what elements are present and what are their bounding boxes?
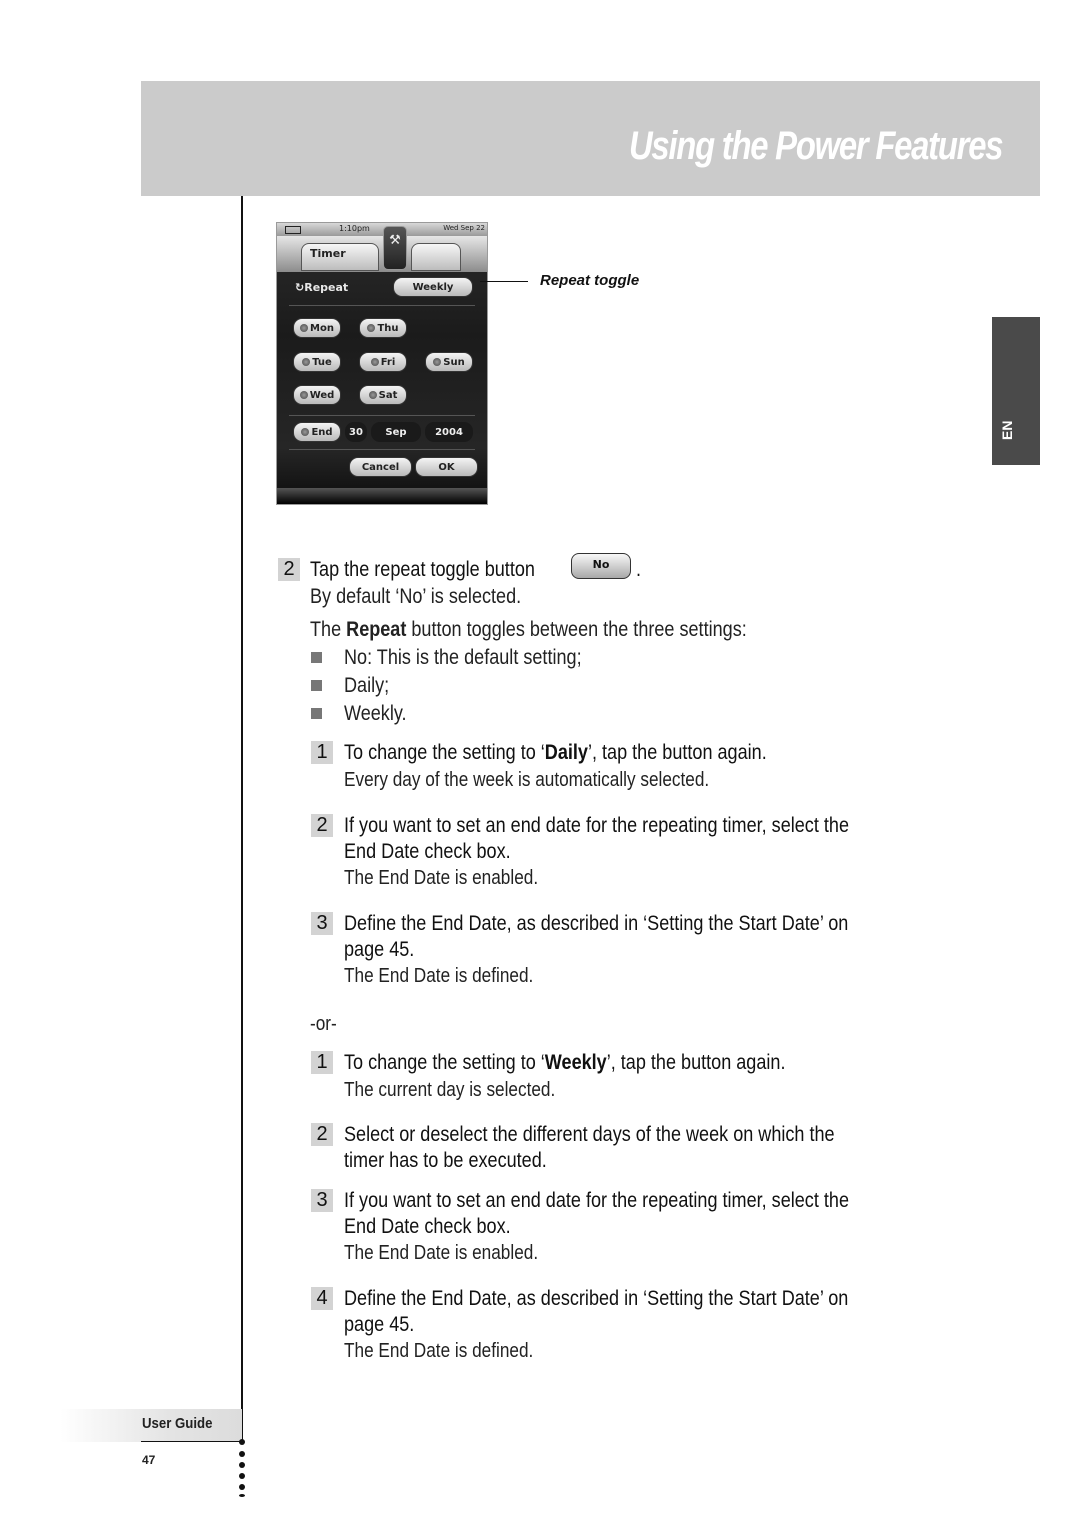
step-instruction: To change the setting to ‘Weekly’, tap t… — [344, 1051, 786, 1074]
or-separator: -or- — [310, 1013, 337, 1035]
device-screenshot: 1:10pm Wed Sep 22 Timer ⚒ ↻Repeat Weekly… — [276, 222, 488, 505]
step-result: The current day is selected. — [344, 1079, 556, 1101]
device-end-checkbox: End — [293, 422, 341, 442]
step-instruction: Define the End Date, as described in ‘Se… — [344, 912, 849, 935]
footer-label: User Guide — [142, 1415, 213, 1432]
radio-icon — [367, 324, 376, 332]
step-result: Every day of the week is automatically s… — [344, 769, 710, 791]
device-bottom-bar — [277, 488, 487, 504]
device-tab-timer: Timer — [301, 243, 379, 271]
repeat-arrows-icon: ↻ — [295, 281, 305, 294]
device-repeat-toggle: Weekly — [393, 277, 473, 297]
battery-icon — [285, 226, 301, 234]
device-date: Wed Sep 22 — [443, 224, 485, 232]
step-instruction: If you want to set an end date for the r… — [344, 814, 849, 837]
device-day-fri: Fri — [359, 352, 407, 372]
device-ok-button: OK — [415, 457, 478, 477]
step-number: 3 — [311, 912, 333, 935]
step-instruction: Define the End Date, as described in ‘Se… — [344, 1287, 849, 1310]
language-tab-label: EN — [999, 420, 1015, 440]
dot-ornament — [239, 1473, 245, 1479]
step-instruction: If you want to set an end date for the r… — [344, 1189, 849, 1212]
device-tab-label: Timer — [310, 247, 346, 260]
margin-rule — [241, 196, 243, 1441]
step-instruction-cont: End Date check box. — [344, 1215, 511, 1238]
dot-ornament — [239, 1462, 245, 1468]
device-end-month: Sep — [371, 422, 421, 442]
radio-icon — [301, 428, 310, 436]
device-day-wed: Wed — [293, 385, 341, 405]
step-instruction-cont: timer has to be executed. — [344, 1149, 547, 1172]
device-divider — [289, 449, 475, 450]
step-instruction: Select or deselect the different days of… — [344, 1123, 835, 1146]
toggle-intro: The Repeat button toggles between the th… — [310, 618, 747, 641]
step-result: The End Date is defined. — [344, 965, 534, 987]
footer-rule — [141, 1441, 242, 1442]
callout-leader-line — [480, 281, 528, 282]
page-number: 47 — [142, 1453, 156, 1467]
dot-ornament — [239, 1494, 245, 1497]
device-end-day: 30 — [345, 422, 367, 442]
step-result: The End Date is enabled. — [344, 867, 539, 889]
step-result: By default ‘No’ is selected. — [310, 585, 522, 608]
device-tab-empty — [411, 243, 461, 271]
radio-icon — [370, 358, 379, 366]
step-instruction-cont: page 45. — [344, 1313, 415, 1336]
bullet-icon — [311, 652, 322, 663]
radio-icon — [300, 324, 309, 332]
radio-icon — [302, 358, 311, 366]
step-result: The End Date is defined. — [344, 1340, 534, 1362]
bullet-icon — [311, 708, 322, 719]
step-number: 2 — [278, 558, 300, 581]
list-item: Daily; — [344, 674, 390, 697]
step-number: 2 — [311, 1123, 333, 1146]
dot-ornament — [239, 1484, 245, 1490]
device-repeat-label: ↻Repeat — [295, 281, 349, 294]
step-instruction: Tap the repeat toggle button — [310, 558, 535, 581]
list-item: Weekly. — [344, 702, 407, 725]
step-number: 2 — [311, 814, 333, 837]
step-number: 1 — [311, 741, 333, 764]
device-cancel-button: Cancel — [349, 457, 412, 477]
language-tab — [992, 317, 1040, 465]
device-time: 1:10pm — [339, 224, 370, 233]
step-instruction-cont: End Date check box. — [344, 840, 511, 863]
radio-icon — [368, 391, 377, 399]
device-divider — [289, 415, 475, 416]
step-number: 1 — [311, 1051, 333, 1074]
step-instruction: To change the setting to ‘Daily’, tap th… — [344, 741, 767, 764]
device-divider — [289, 305, 475, 306]
repeat-no-button-icon: No — [571, 553, 631, 579]
step-number: 3 — [311, 1189, 333, 1212]
device-day-sat: Sat — [359, 385, 407, 405]
bullet-icon — [311, 680, 322, 691]
dot-ornament — [239, 1439, 245, 1445]
radio-icon — [299, 391, 308, 399]
radio-icon — [433, 358, 442, 366]
device-status-bar: 1:10pm Wed Sep 22 — [277, 223, 487, 236]
list-item: No: This is the default setting; — [344, 646, 582, 669]
callout-label: Repeat toggle — [540, 272, 640, 289]
device-day-mon: Mon — [293, 318, 341, 338]
dot-ornament — [239, 1451, 245, 1457]
page-title: Using the Power Features — [628, 124, 1004, 168]
wrench-icon: ⚒ — [383, 226, 407, 270]
step-instruction-cont: page 45. — [344, 938, 415, 961]
step-result: The End Date is enabled. — [344, 1242, 539, 1264]
step-number: 4 — [311, 1287, 333, 1310]
device-day-thu: Thu — [359, 318, 407, 338]
device-day-tue: Tue — [293, 352, 341, 372]
device-end-year: 2004 — [425, 422, 473, 442]
step-trailing: . — [636, 558, 642, 581]
device-day-sun: Sun — [425, 352, 473, 372]
